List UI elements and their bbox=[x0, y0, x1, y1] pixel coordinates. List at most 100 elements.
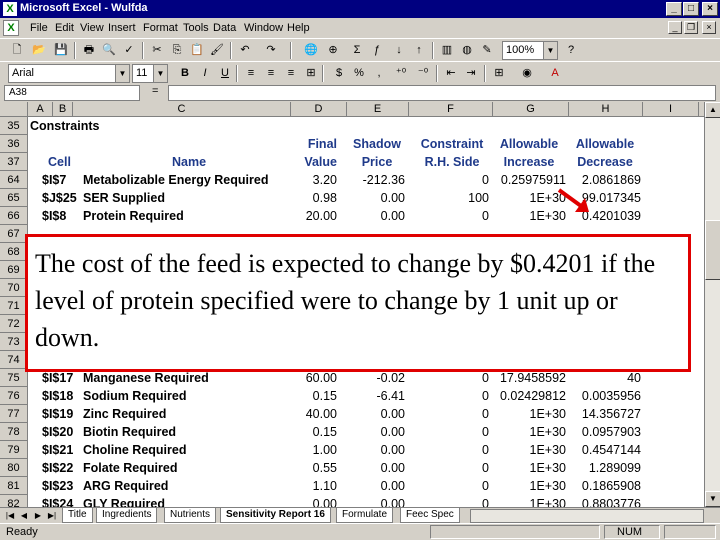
table-cell-final[interactable]: 0.98 bbox=[291, 189, 337, 207]
table-cell-final[interactable]: 3.20 bbox=[291, 171, 337, 189]
table-cell-dec[interactable]: 14.356727 bbox=[569, 405, 641, 423]
tab-feec-spec[interactable]: Feec Spec bbox=[400, 508, 460, 523]
map-icon[interactable]: ◍ bbox=[458, 42, 476, 59]
doc-close-button[interactable]: × bbox=[702, 21, 716, 34]
table-cell-shadow[interactable]: 0.00 bbox=[347, 189, 405, 207]
decrease-indent-icon[interactable]: ⇤ bbox=[442, 65, 460, 82]
column-header[interactable]: F bbox=[409, 102, 493, 117]
table-cell-rhs[interactable]: 0 bbox=[409, 423, 489, 441]
table-cell-dec[interactable]: 0.0957903 bbox=[569, 423, 641, 441]
table-cell-dec[interactable]: 0.8803776 bbox=[569, 495, 641, 507]
table-cell-name[interactable]: ARG Required bbox=[83, 477, 293, 495]
row-header[interactable]: 74 bbox=[0, 351, 28, 369]
table-cell-final[interactable]: 0.55 bbox=[291, 459, 337, 477]
table-cell-name[interactable]: Metabolizable Energy Required bbox=[83, 171, 293, 189]
table-cell-name[interactable]: Protein Required bbox=[83, 207, 293, 225]
horizontal-scrollbar[interactable] bbox=[470, 509, 704, 523]
row-header[interactable]: 73 bbox=[0, 333, 28, 351]
prev-sheet-icon[interactable]: ◀ bbox=[18, 509, 30, 522]
table-cell-shadow[interactable]: 0.00 bbox=[347, 441, 405, 459]
bold-button[interactable]: B bbox=[176, 65, 194, 82]
table-cell-inc[interactable]: 1E+30 bbox=[493, 423, 567, 441]
menu-file[interactable]: File bbox=[30, 22, 48, 34]
table-cell-final[interactable]: 0.00 bbox=[291, 495, 337, 507]
row-header[interactable]: 82 bbox=[0, 495, 28, 507]
table-cell-name[interactable]: Biotin Required bbox=[83, 423, 293, 441]
menu-window[interactable]: Window bbox=[244, 22, 283, 34]
table-cell-inc[interactable]: 1E+30 bbox=[493, 405, 567, 423]
table-cell-inc[interactable]: 0.02429812 bbox=[493, 387, 566, 405]
scroll-down-icon[interactable]: ▼ bbox=[705, 491, 720, 507]
print-icon[interactable]: 🖶 bbox=[80, 42, 98, 59]
align-center-icon[interactable]: ≡ bbox=[262, 65, 280, 82]
minimize-button[interactable]: _ bbox=[666, 2, 682, 16]
vertical-scrollbar[interactable]: ▲ ▼ bbox=[704, 102, 720, 507]
menu-data[interactable]: Data bbox=[213, 22, 236, 34]
zoom-select[interactable]: 100% ▼ bbox=[502, 41, 558, 60]
row-header[interactable]: 79 bbox=[0, 441, 28, 459]
row-header[interactable]: 64 bbox=[0, 171, 28, 189]
name-box[interactable]: A38 bbox=[4, 85, 140, 101]
table-cell-dec[interactable]: 1.289099 bbox=[569, 459, 641, 477]
table-cell-shadow[interactable]: 0.00 bbox=[347, 423, 405, 441]
column-header[interactable]: D bbox=[291, 102, 347, 117]
table-cell-rhs[interactable]: 0 bbox=[409, 441, 489, 459]
table-cell-dec[interactable]: 0.0035956 bbox=[569, 387, 641, 405]
table-cell-shadow[interactable]: -6.41 bbox=[347, 387, 406, 405]
chevron-down-icon[interactable]: ▼ bbox=[115, 65, 129, 82]
row-header[interactable]: 81 bbox=[0, 477, 28, 495]
new-icon[interactable]: 🗋 bbox=[8, 42, 26, 59]
row-header[interactable]: 67 bbox=[0, 225, 28, 243]
chevron-down-icon[interactable]: ▼ bbox=[153, 65, 167, 82]
table-cell-name[interactable]: Sodium Required bbox=[83, 387, 293, 405]
save-icon[interactable]: 💾 bbox=[52, 42, 70, 59]
table-cell-rhs[interactable]: 0 bbox=[409, 171, 489, 189]
row-header[interactable]: 77 bbox=[0, 405, 28, 423]
percent-button[interactable]: % bbox=[350, 65, 368, 82]
hyperlink-icon[interactable]: 🌐 bbox=[302, 42, 320, 59]
last-sheet-icon[interactable]: ▶| bbox=[46, 509, 58, 522]
help-icon[interactable]: ? bbox=[562, 42, 580, 59]
table-cell-rhs[interactable]: 0 bbox=[409, 459, 489, 477]
table-cell-name[interactable]: GLY Required bbox=[83, 495, 293, 507]
table-cell-shadow[interactable]: 0.00 bbox=[347, 207, 405, 225]
table-cell-rhs[interactable]: 0 bbox=[409, 387, 489, 405]
table-cell-name[interactable]: Zinc Required bbox=[83, 405, 293, 423]
table-cell-final[interactable]: 40.00 bbox=[291, 405, 337, 423]
menu-help[interactable]: Help bbox=[287, 22, 310, 34]
scroll-up-icon[interactable]: ▲ bbox=[705, 102, 720, 118]
table-cell-name[interactable]: Choline Required bbox=[83, 441, 293, 459]
table-cell-inc[interactable]: 1E+30 bbox=[493, 441, 567, 459]
first-sheet-icon[interactable]: |◀ bbox=[4, 509, 16, 522]
format-painter-icon[interactable]: 🖌 bbox=[208, 42, 226, 59]
column-header[interactable]: B bbox=[53, 102, 73, 117]
merge-center-icon[interactable]: ⊞ bbox=[302, 65, 320, 82]
row-header[interactable]: 69 bbox=[0, 261, 28, 279]
spelling-icon[interactable]: ✓ bbox=[120, 42, 138, 59]
chevron-down-icon[interactable]: ▼ bbox=[543, 42, 557, 59]
select-all-corner[interactable] bbox=[0, 102, 28, 117]
tab-ingredients[interactable]: Ingredients bbox=[96, 508, 158, 523]
sort-descending-icon[interactable]: ↑ bbox=[410, 42, 428, 59]
table-cell-final[interactable]: 0.15 bbox=[291, 387, 337, 405]
column-header[interactable]: A bbox=[28, 102, 53, 117]
row-header[interactable]: 68 bbox=[0, 243, 28, 261]
comma-style-icon[interactable]: , bbox=[370, 65, 388, 82]
row-header[interactable]: 80 bbox=[0, 459, 28, 477]
align-right-icon[interactable]: ≡ bbox=[282, 65, 300, 82]
column-header[interactable]: C bbox=[73, 102, 291, 117]
table-cell-rhs[interactable]: 100 bbox=[409, 189, 489, 207]
italic-button[interactable]: I bbox=[196, 65, 214, 82]
sort-ascending-icon[interactable]: ↓ bbox=[390, 42, 408, 59]
undo-icon[interactable]: ↶ bbox=[236, 42, 254, 59]
table-cell-rhs[interactable]: 0 bbox=[409, 405, 489, 423]
tab-formulate[interactable]: Formulate bbox=[336, 508, 394, 523]
table-cell-final[interactable]: 0.15 bbox=[291, 423, 337, 441]
column-header[interactable]: E bbox=[347, 102, 409, 117]
increase-decimal-icon[interactable]: ⁺⁰ bbox=[392, 65, 410, 82]
table-cell-final[interactable]: 1.10 bbox=[291, 477, 337, 495]
doc-restore-button[interactable]: ❐ bbox=[684, 21, 698, 34]
row-header[interactable]: 65 bbox=[0, 189, 28, 207]
workbook-icon[interactable]: X bbox=[3, 20, 19, 36]
borders-icon[interactable]: ⊞ bbox=[490, 65, 508, 82]
